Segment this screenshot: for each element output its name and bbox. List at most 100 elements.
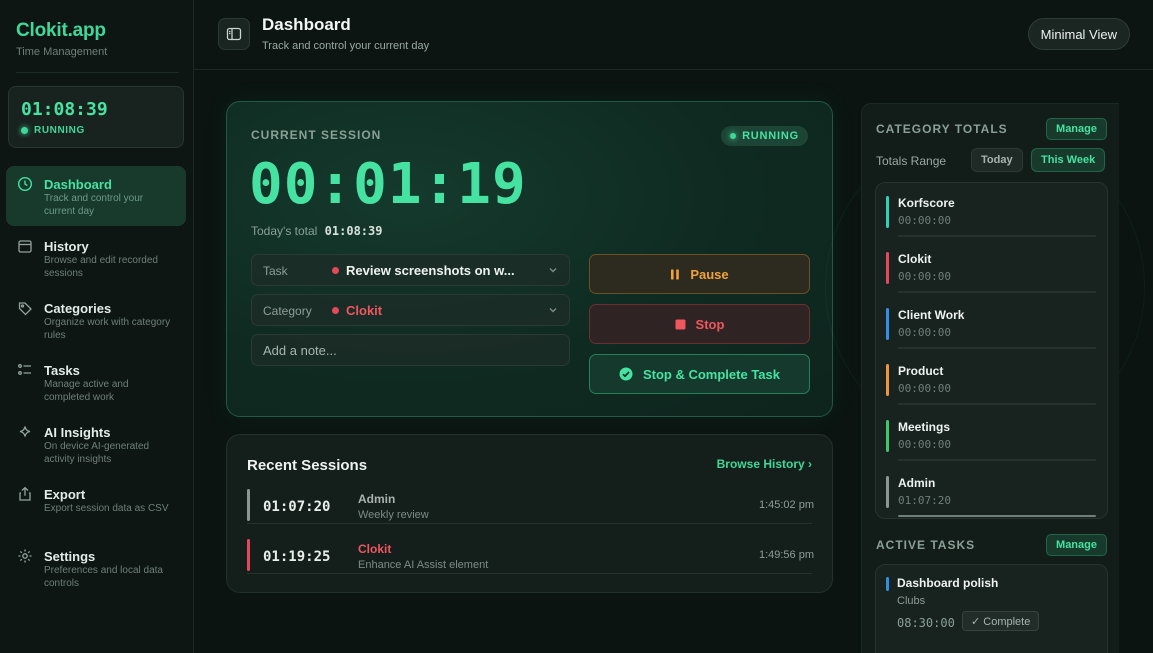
category-progress bbox=[898, 347, 1096, 349]
brand-name: Clokit.app bbox=[16, 20, 106, 41]
range-this-week-button[interactable]: This Week bbox=[1031, 148, 1106, 172]
pause-button[interactable]: Pause bbox=[589, 254, 810, 294]
sidebar-item-desc: Export session data as CSV bbox=[44, 503, 169, 514]
sidebar-item-label: Categories bbox=[44, 301, 112, 316]
session-task: Enhance AI Assist element bbox=[358, 559, 489, 571]
sidebar-item-dashboard[interactable]: Dashboard Track and control your current… bbox=[6, 166, 186, 226]
task-time: 08:30:00 bbox=[897, 616, 955, 630]
pause-button-label: Pause bbox=[690, 266, 729, 282]
header: Dashboard Track and control your current… bbox=[194, 0, 1153, 70]
sidebar-item-desc: Preferences and local data controls bbox=[44, 565, 163, 589]
session-timer: 00:01:19 bbox=[249, 152, 527, 217]
divider bbox=[16, 72, 179, 73]
sparkle-icon bbox=[19, 426, 31, 437]
sidebar-item-label: AI Insights bbox=[44, 425, 111, 440]
totals-range-label: Totals Range bbox=[876, 154, 947, 168]
status-dot-icon bbox=[21, 127, 28, 134]
category-name: Korfscore bbox=[898, 196, 955, 210]
complete-task-button[interactable]: ✓ Complete bbox=[962, 611, 1040, 631]
sidebar-item-label: Tasks bbox=[44, 363, 80, 378]
pause-icon bbox=[670, 269, 680, 280]
category-progress bbox=[898, 291, 1096, 293]
checklist-icon bbox=[18, 364, 31, 375]
sidebar-item-desc: Organize work with category rules bbox=[44, 317, 171, 341]
sidebar-item-categories[interactable]: Categories Organize work with category r… bbox=[6, 290, 186, 350]
session-category: Clokit bbox=[358, 542, 392, 556]
task-select[interactable]: Task Review screenshots on w... bbox=[251, 254, 570, 286]
check-circle-icon bbox=[619, 367, 633, 381]
session-row[interactable]: 01:07:20 Admin Weekly review 1:45:02 pm bbox=[247, 487, 814, 527]
sidebar-item-settings[interactable]: Settings Preferences and local data cont… bbox=[6, 538, 186, 598]
category-name: Product bbox=[898, 364, 944, 378]
category-progress bbox=[898, 515, 1096, 517]
stop-button[interactable]: Stop bbox=[589, 304, 810, 344]
category-total-item[interactable]: Korfscore 00:00:00 bbox=[886, 193, 1096, 249]
active-task-card[interactable]: Dashboard polish Clubs 08:30:00 ✓ Comple… bbox=[875, 564, 1108, 653]
session-color-bar bbox=[247, 489, 250, 521]
right-panel: CATEGORY TOTALS Manage Totals Range Toda… bbox=[861, 103, 1119, 653]
category-time: 00:00:00 bbox=[898, 270, 951, 283]
category-progress bbox=[898, 459, 1096, 461]
sidebar-item-tasks[interactable]: Tasks Manage active and completed work bbox=[6, 352, 186, 412]
category-color-bar bbox=[886, 308, 889, 340]
category-total-item[interactable]: Clokit 00:00:00 bbox=[886, 249, 1096, 305]
page-subtitle: Track and control your current day bbox=[262, 40, 430, 52]
category-select-text: Clokit bbox=[346, 303, 383, 318]
category-color-bar bbox=[886, 420, 889, 452]
session-time: 1:49:56 pm bbox=[758, 549, 814, 561]
category-total-item[interactable]: Client Work 00:00:00 bbox=[886, 305, 1096, 361]
minimal-view-button[interactable]: Minimal View bbox=[1027, 18, 1130, 50]
category-total-item[interactable]: Meetings 00:00:00 bbox=[886, 417, 1096, 473]
category-color-bar bbox=[886, 364, 889, 396]
category-name: Client Work bbox=[898, 308, 965, 322]
category-time: 00:00:00 bbox=[898, 326, 951, 339]
brand: Clokit.app Time Management bbox=[16, 20, 107, 58]
task-select-text: Review screenshots on w... bbox=[346, 263, 515, 278]
sidebar-item-desc: Track and control your current day bbox=[44, 193, 144, 217]
stop-complete-task-button[interactable]: Stop & Complete Task bbox=[589, 354, 810, 394]
session-task: Weekly review bbox=[358, 509, 429, 521]
browse-history-link[interactable]: Browse History › bbox=[717, 457, 812, 471]
category-color-dot bbox=[332, 307, 339, 314]
sidebar-item-label: Dashboard bbox=[44, 177, 112, 192]
sidebar-item-history[interactable]: History Browse and edit recorded session… bbox=[6, 228, 186, 288]
sidebar-item-ai-insights[interactable]: AI Insights On device AI-generated activ… bbox=[6, 414, 186, 474]
session-color-bar bbox=[247, 539, 250, 571]
recent-sessions-card: Recent Sessions Browse History › 01:07:2… bbox=[226, 434, 833, 593]
category-time: 00:00:00 bbox=[898, 438, 951, 451]
category-total-item[interactable]: Admin 01:07:20 bbox=[886, 473, 1096, 518]
chevron-down-icon bbox=[549, 308, 557, 313]
range-today-button[interactable]: Today bbox=[971, 148, 1023, 172]
mini-timer[interactable]: 01:08:39 RUNNING bbox=[8, 86, 184, 148]
category-select-value: Clokit bbox=[332, 303, 382, 318]
chevron-down-icon bbox=[549, 268, 557, 273]
category-color-bar bbox=[886, 252, 889, 284]
manage-categories-button[interactable]: Manage bbox=[1046, 118, 1107, 140]
sidebar-item-export[interactable]: Export Export session data as CSV bbox=[6, 476, 186, 536]
stop-complete-task-label: Stop & Complete Task bbox=[642, 366, 780, 382]
manage-tasks-button[interactable]: Manage bbox=[1046, 534, 1107, 556]
active-tasks-title: ACTIVE TASKS bbox=[876, 538, 976, 552]
current-session-label: CURRENT SESSION bbox=[251, 128, 382, 142]
divider bbox=[247, 523, 812, 524]
session-row[interactable]: 01:19:25 Clokit Enhance AI Assist elemen… bbox=[247, 537, 814, 577]
task-select-label: Task bbox=[263, 264, 288, 278]
task-name: Dashboard polish bbox=[897, 576, 999, 590]
sidebar-item-desc: On device AI-generated activity insights bbox=[44, 441, 150, 465]
category-progress bbox=[898, 403, 1096, 405]
today-total-label: Today's total bbox=[251, 224, 318, 238]
category-time: 01:07:20 bbox=[898, 494, 951, 507]
category-total-item[interactable]: Product 00:00:00 bbox=[886, 361, 1096, 417]
today-total: Today's total 01:08:39 bbox=[251, 224, 382, 238]
sidebar-toggle-icon bbox=[226, 27, 242, 41]
category-time: 00:00:00 bbox=[898, 214, 951, 227]
session-time: 1:45:02 pm bbox=[758, 499, 814, 511]
mini-timer-status-label: RUNNING bbox=[34, 125, 85, 136]
share-icon bbox=[19, 486, 31, 501]
session-duration: 01:07:20 bbox=[263, 499, 331, 515]
note-input[interactable]: Add a note... bbox=[251, 334, 570, 366]
category-select[interactable]: Category Clokit bbox=[251, 294, 570, 326]
category-color-dot bbox=[332, 267, 339, 274]
sidebar-toggle-button[interactable] bbox=[218, 18, 250, 50]
clock-icon bbox=[17, 176, 33, 192]
